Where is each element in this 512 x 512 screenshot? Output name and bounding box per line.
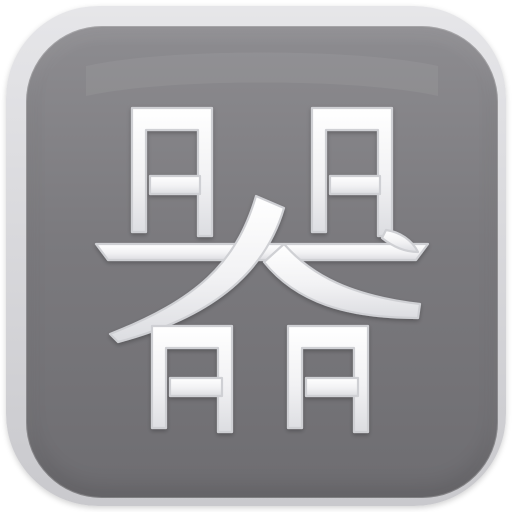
app-icon-frame[interactable]: [6, 6, 506, 506]
ideograph-vessel-icon: [26, 26, 498, 498]
glyph-stroke-top-left-box: [130, 106, 214, 238]
glyph-stroke-bottom-right-inner: [304, 376, 360, 398]
glyph-stroke-bottom-left-inner: [168, 376, 224, 398]
glyph-stroke-top-right-box: [310, 106, 394, 238]
glyph-stroke-top-right-inner: [328, 174, 382, 196]
glyph-stroke-top-left-inner: [148, 174, 202, 196]
face-highlight: [86, 52, 438, 96]
app-icon-face: [26, 26, 498, 498]
glyph-svg: [86, 52, 438, 434]
app-icon-canvas: [0, 0, 512, 512]
